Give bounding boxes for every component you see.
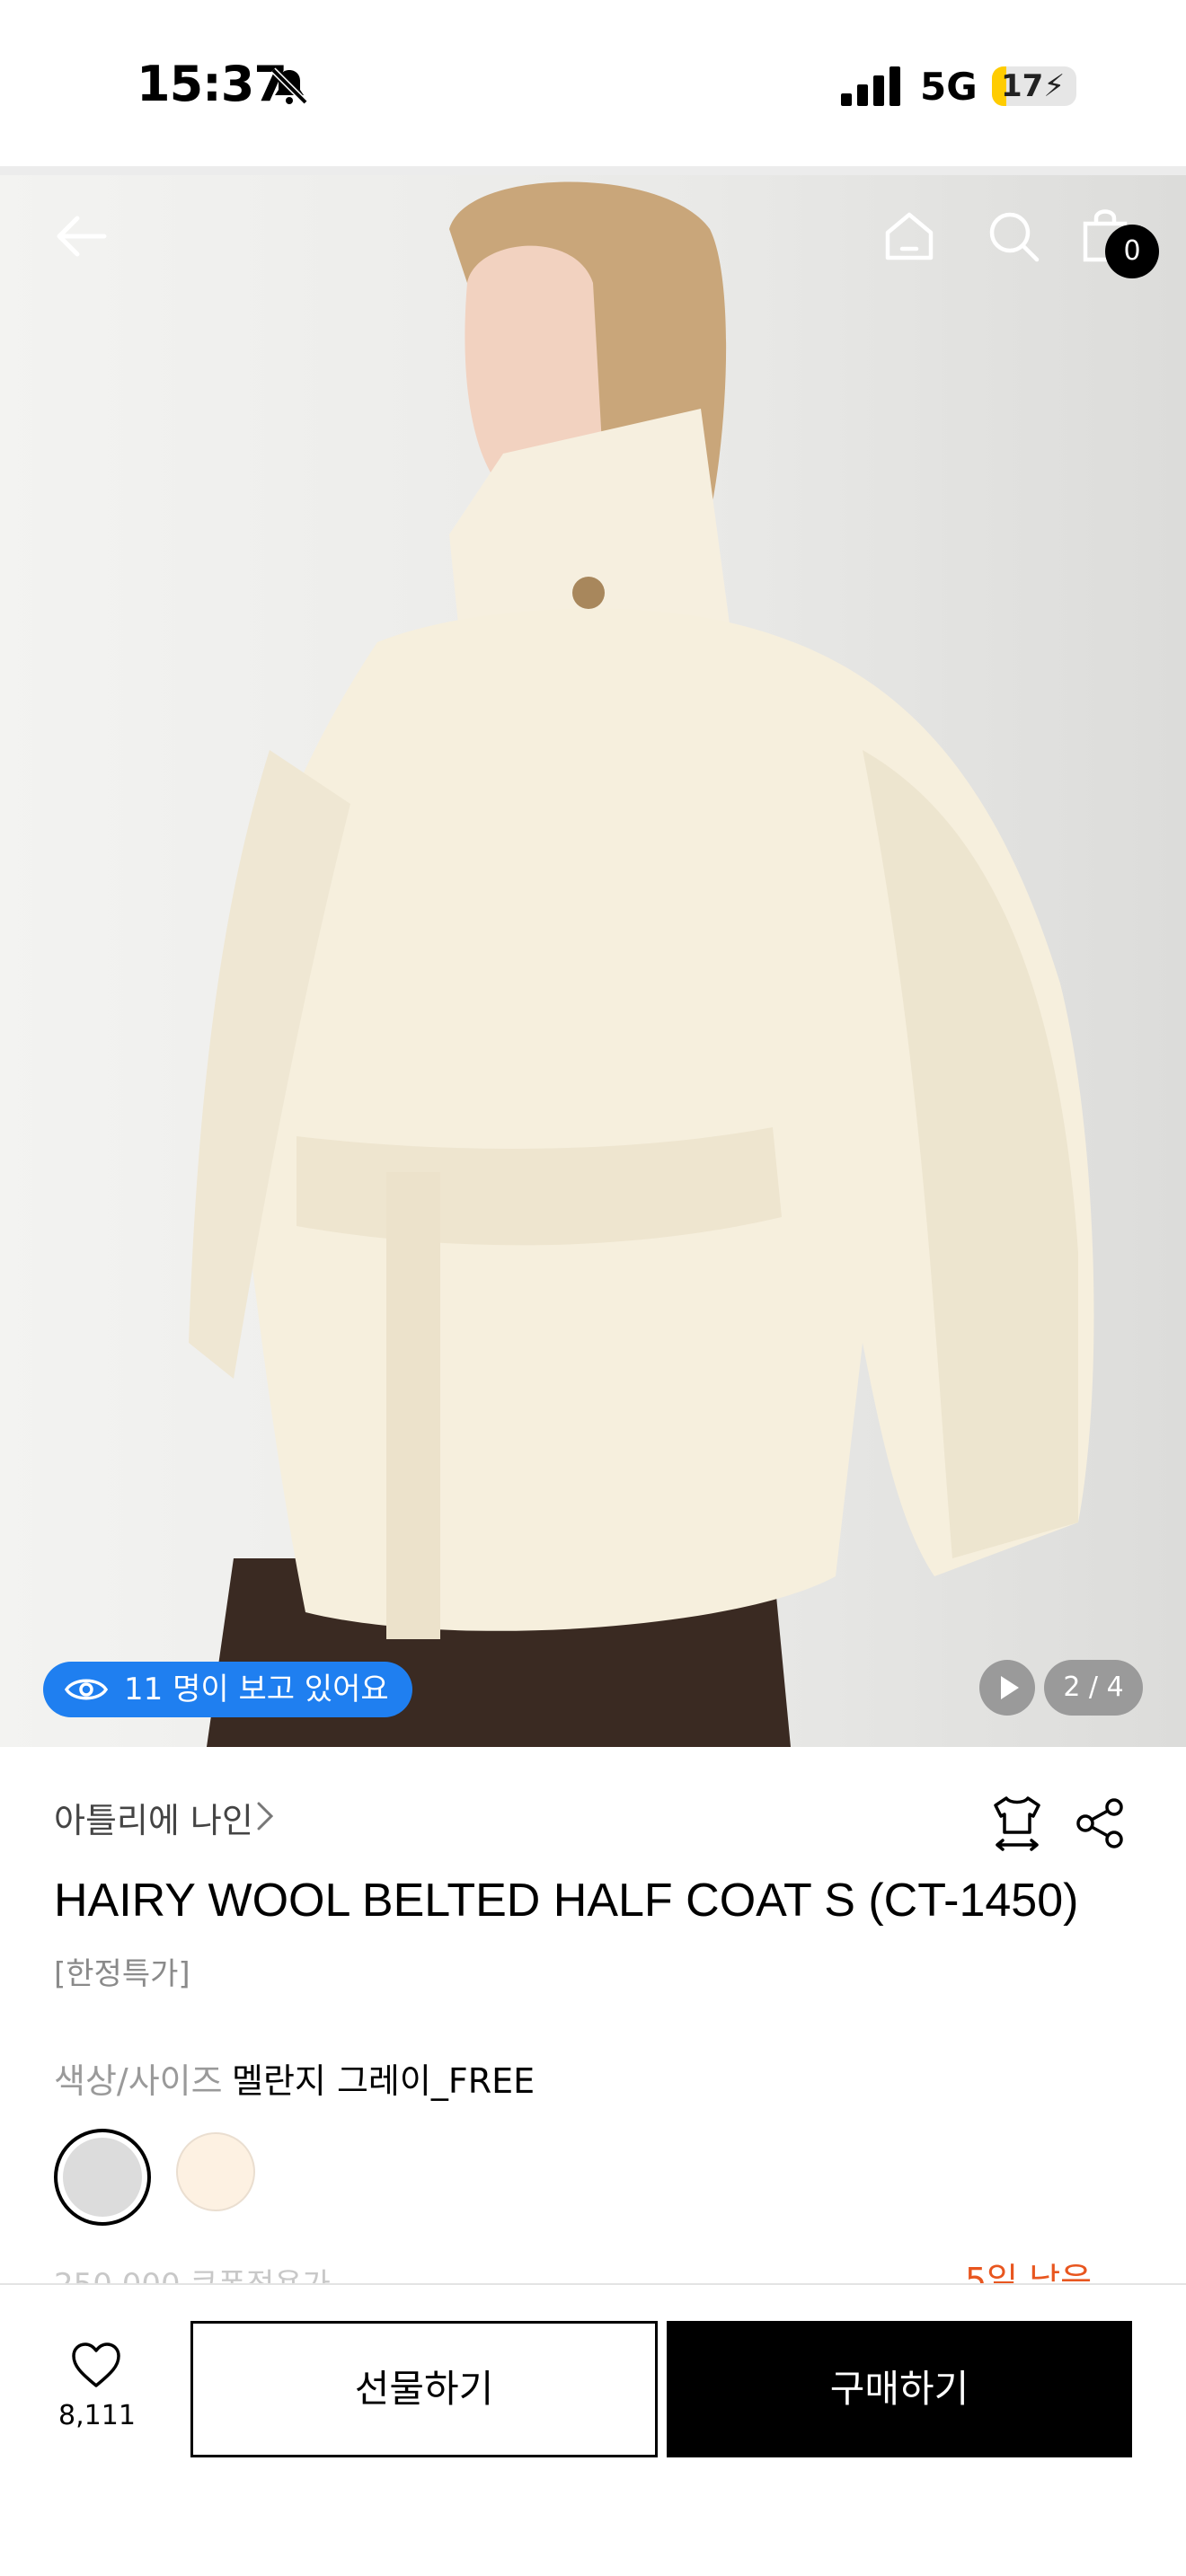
chevron-right-icon (257, 1802, 274, 1831)
live-viewers-badge: 11 명이 보고 있어요 (43, 1662, 412, 1717)
selected-option: 멜란지 그레이_FREE (232, 2061, 535, 2101)
home-icon[interactable] (881, 207, 938, 265)
like-count: 8,111 (58, 2400, 136, 2431)
stock-partial: 5일 남음 (965, 2261, 1093, 2283)
option-label: 색상/사이즈 (54, 2061, 223, 2101)
buy-button[interactable]: 구매하기 (667, 2321, 1132, 2457)
like-button[interactable]: 8,111 (50, 2341, 144, 2439)
color-swatch-gray[interactable] (54, 2129, 151, 2226)
viewers-text: 11 명이 보고 있어요 (124, 1672, 389, 1707)
share-icon[interactable] (1075, 1796, 1127, 1850)
network-type: 5G (920, 65, 978, 109)
image-counter: 2 / 4 (1044, 1660, 1143, 1716)
back-arrow-icon[interactable] (52, 207, 110, 265)
cellular-signal-icon (841, 66, 900, 106)
gift-button[interactable]: 선물하기 (190, 2321, 658, 2457)
search-icon[interactable] (985, 207, 1042, 265)
product-image-gallery[interactable] (0, 175, 1186, 1747)
product-photo (189, 181, 1094, 1747)
cart-count-badge[interactable]: 0 (1105, 225, 1159, 278)
price-partial: 250,000 쿠폰적용가 (54, 2267, 331, 2285)
heart-icon (72, 2342, 120, 2387)
status-time: 15:37 (137, 56, 288, 112)
play-video-button[interactable] (979, 1660, 1035, 1716)
status-bar: 15:37 5G 17⚡ (0, 0, 1186, 166)
product-title: HAIRY WOOL BELTED HALF COAT S (CT-1450) (54, 1875, 1079, 1927)
play-icon (1001, 1676, 1019, 1699)
battery-level: 17⚡ (1001, 68, 1066, 104)
promo-tag: [한정특가] (54, 1956, 190, 1992)
battery-indicator: 17⚡ (992, 66, 1076, 106)
color-swatch-cream[interactable] (176, 2132, 255, 2211)
header-divider (0, 166, 1186, 175)
eye-icon (65, 1679, 108, 1700)
brand-link[interactable]: 아틀리에 나인 (54, 1793, 253, 1842)
swatch-fill (63, 2138, 142, 2217)
size-fit-icon[interactable] (988, 1793, 1046, 1854)
bell-off-icon (270, 67, 308, 105)
